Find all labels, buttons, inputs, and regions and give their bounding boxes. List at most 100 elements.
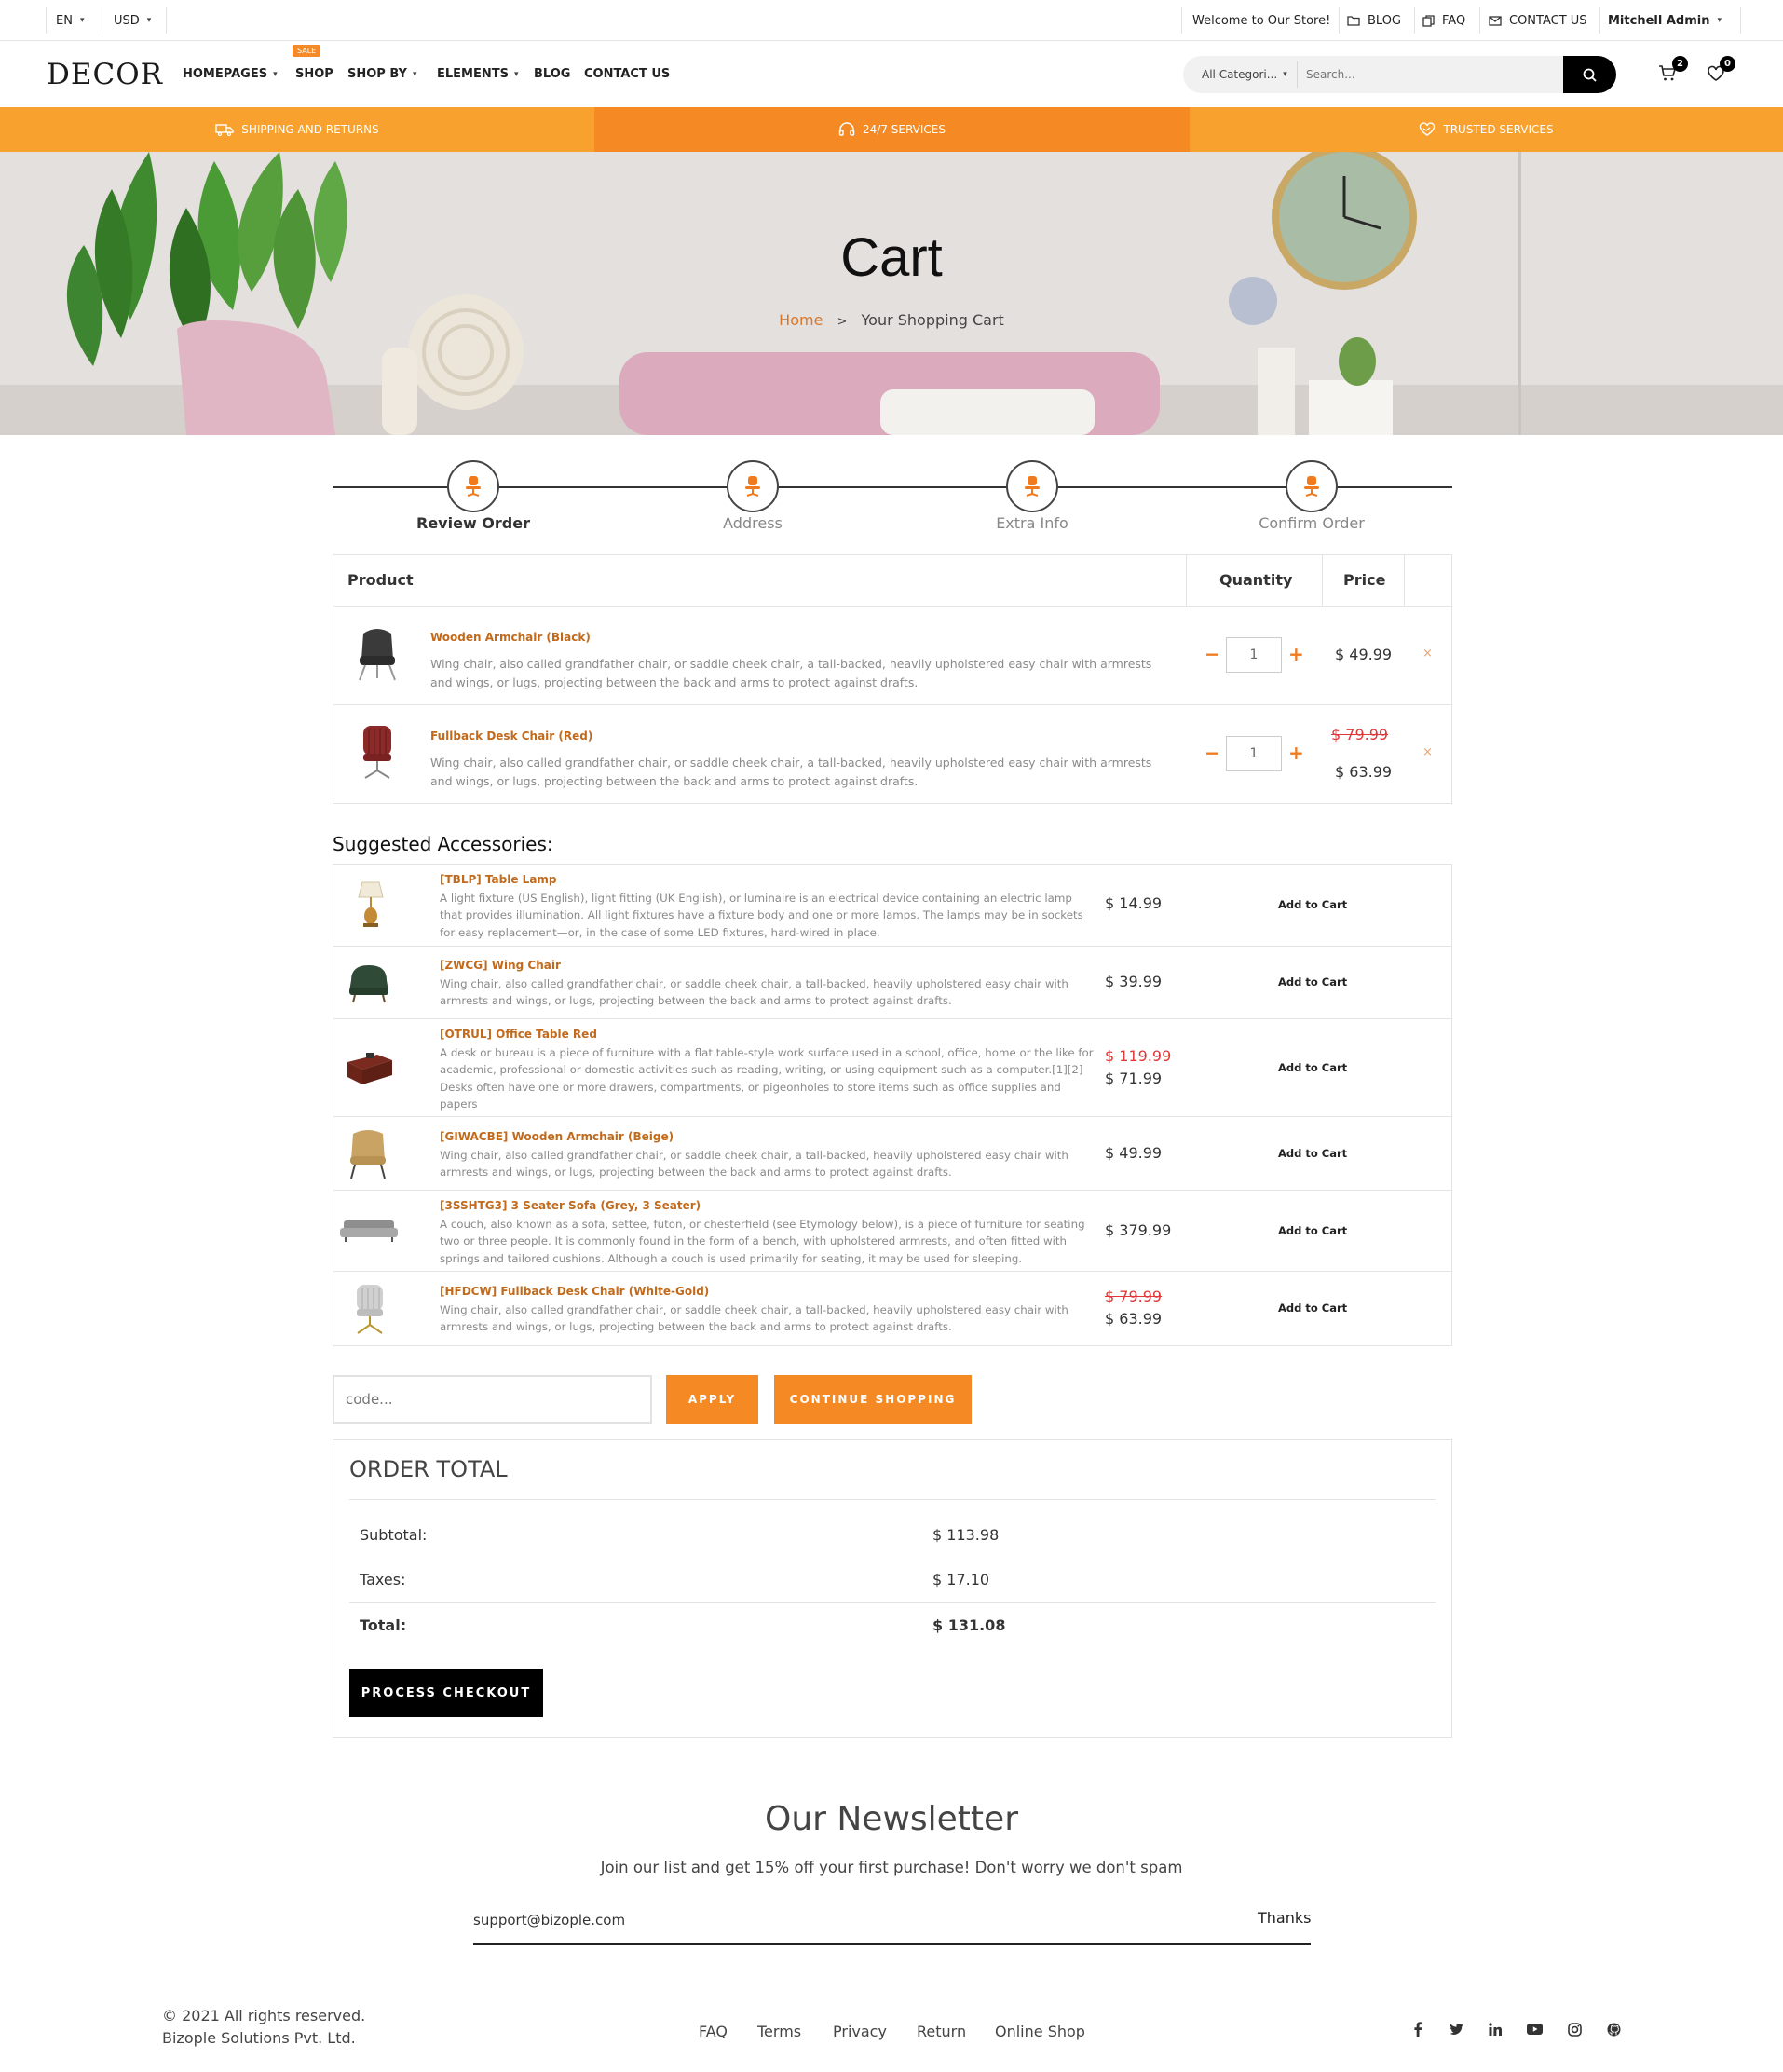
topbar-blog-link[interactable]: BLOG xyxy=(1347,0,1401,41)
remove-item-button[interactable]: × xyxy=(1422,745,1433,759)
newsletter-submit-button[interactable]: Thanks xyxy=(1258,1909,1311,1927)
suggested-product-name-link[interactable]: [OTRUL] Office Table Red xyxy=(440,1028,597,1041)
search-input[interactable] xyxy=(1306,61,1548,89)
linkedin-icon[interactable] xyxy=(1484,2018,1506,2040)
footer-link-online-shop[interactable]: Online Shop xyxy=(995,2023,1085,2040)
suggested-product-name-link[interactable]: [HFDCW] Fullback Desk Chair (White-Gold) xyxy=(440,1285,709,1298)
suggested-product-name-link[interactable]: [GIWACBE] Wooden Armchair (Beige) xyxy=(440,1130,674,1143)
newsletter-title: Our Newsletter xyxy=(764,1800,1018,1838)
page-hero: Cart Home > Your Shopping Cart xyxy=(0,152,1783,435)
footer-link-terms[interactable]: Terms xyxy=(757,2023,801,2040)
footer-link-faq[interactable]: FAQ xyxy=(699,2023,728,2040)
coupon-code-input[interactable] xyxy=(333,1375,652,1424)
suggested-original-price: $ 79.99 xyxy=(1105,1288,1163,1305)
menu-homepages[interactable]: HOMEPAGES ▾ xyxy=(183,67,278,81)
newsletter-subtitle: Join our list and get 15% off your first… xyxy=(600,1859,1183,1876)
chevron-down-icon: ▾ xyxy=(1717,16,1722,25)
footer-link-privacy[interactable]: Privacy xyxy=(833,2023,887,2040)
suggested-price: $ 379.99 xyxy=(1105,1221,1172,1239)
quantity-increase-button[interactable]: + xyxy=(1288,743,1304,762)
suggested-product-name-link[interactable]: [ZWCG] Wing Chair xyxy=(440,959,561,972)
support-label: 24/7 SERVICES xyxy=(863,123,946,136)
user-name: Mitchell Admin xyxy=(1608,13,1710,28)
quantity-input[interactable] xyxy=(1226,637,1282,673)
total-value: $ 131.08 xyxy=(932,1616,1006,1634)
subtotal-value: $ 113.98 xyxy=(932,1526,1000,1544)
step-address xyxy=(727,460,779,512)
quantity-decrease-button[interactable]: − xyxy=(1205,743,1220,762)
product-image xyxy=(350,1130,386,1179)
remove-item-button[interactable]: × xyxy=(1422,647,1433,661)
suggested-product-description: A desk or bureau is a piece of furniture… xyxy=(440,1046,1094,1111)
menu-elements[interactable]: ELEMENTS ▾ xyxy=(437,67,519,81)
taxes-value: $ 17.10 xyxy=(932,1571,990,1588)
blog-label: BLOG xyxy=(1368,13,1402,28)
column-header-product: Product xyxy=(347,571,414,589)
newsletter-email-input[interactable] xyxy=(473,1906,1014,1934)
add-to-cart-button[interactable]: Add to Cart xyxy=(1278,1302,1347,1315)
menu-shop-by[interactable]: SHOP BY ▾ xyxy=(347,67,417,81)
product-name-link[interactable]: Fullback Desk Chair (Red) xyxy=(430,729,592,743)
language-label: EN xyxy=(56,13,73,28)
suggested-product-description: Wing chair, also called grandfather chai… xyxy=(440,1149,1068,1179)
product-image xyxy=(347,1053,392,1084)
folder-icon xyxy=(1347,16,1360,26)
product-image xyxy=(363,726,391,779)
add-to-cart-button[interactable]: Add to Cart xyxy=(1278,1061,1347,1074)
github-icon[interactable] xyxy=(1602,2018,1625,2040)
process-checkout-button[interactable]: PROCESS CHECKOUT xyxy=(349,1669,543,1717)
breadcrumb-home-link[interactable]: Home xyxy=(779,311,823,329)
add-to-cart-button[interactable]: Add to Cart xyxy=(1278,975,1347,988)
search-category-select[interactable]: All Categori... ▾ xyxy=(1202,56,1287,93)
step-label-review: Review Order xyxy=(416,514,530,532)
chevron-down-icon: ▾ xyxy=(412,69,417,79)
menu-contact-us[interactable]: CONTACT US xyxy=(584,67,670,81)
step-label-confirm: Confirm Order xyxy=(1259,514,1365,532)
menu-blog[interactable]: BLOG xyxy=(534,67,570,81)
chair-icon xyxy=(466,476,481,497)
service-trusted: TRUSTED SERVICES xyxy=(1190,107,1783,152)
language-selector[interactable]: EN ▾ xyxy=(56,0,84,41)
company-name: Bizople Solutions Pvt. Ltd. xyxy=(162,2029,356,2047)
product-description: Wing chair, also called grandfather chai… xyxy=(430,657,1152,689)
topbar-contact-link[interactable]: CONTACT US xyxy=(1489,0,1587,41)
suggested-price: $ 39.99 xyxy=(1105,973,1163,990)
shipping-label: SHIPPING AND RETURNS xyxy=(241,123,379,136)
quantity-input[interactable] xyxy=(1226,736,1282,771)
sale-badge: SALE xyxy=(293,45,321,57)
wishlist-count-badge: 0 xyxy=(1720,56,1735,72)
service-support: 24/7 SERVICES xyxy=(594,107,1190,152)
add-to-cart-button[interactable]: Add to Cart xyxy=(1278,1224,1347,1237)
user-menu[interactable]: Mitchell Admin ▾ xyxy=(1608,0,1722,41)
quantity-decrease-button[interactable]: − xyxy=(1205,645,1220,663)
cart-count-badge: 2 xyxy=(1672,56,1688,72)
continue-shopping-button[interactable]: CONTINUE SHOPPING xyxy=(774,1375,972,1424)
product-name-link[interactable]: Wooden Armchair (Black) xyxy=(430,631,591,644)
topbar-faq-link[interactable]: FAQ xyxy=(1422,0,1465,41)
item-original-price: $ 79.99 xyxy=(1331,726,1389,743)
add-to-cart-button[interactable]: Add to Cart xyxy=(1278,1147,1347,1160)
copy-icon xyxy=(1422,14,1435,27)
twitter-icon[interactable] xyxy=(1445,2018,1467,2040)
add-to-cart-button[interactable]: Add to Cart xyxy=(1278,898,1347,911)
facebook-icon[interactable] xyxy=(1407,2018,1429,2040)
apply-coupon-button[interactable]: APPLY xyxy=(666,1375,758,1424)
youtube-icon[interactable] xyxy=(1523,2018,1545,2040)
suggested-product-name-link[interactable]: [3SSHTG3] 3 Seater Sofa (Grey, 3 Seater) xyxy=(440,1199,701,1212)
chevron-down-icon: ▾ xyxy=(273,69,278,79)
suggested-price: $ 71.99 xyxy=(1105,1070,1163,1087)
column-header-quantity: Quantity xyxy=(1219,571,1293,589)
instagram-icon[interactable] xyxy=(1563,2018,1586,2040)
site-logo[interactable]: DECOR xyxy=(47,58,163,91)
quantity-increase-button[interactable]: + xyxy=(1288,645,1304,663)
step-label-extra: Extra Info xyxy=(996,514,1068,532)
page-title: Cart xyxy=(840,227,943,288)
search-button[interactable] xyxy=(1563,56,1616,93)
step-extra-info xyxy=(1006,460,1058,512)
copyright-text: © 2021 All rights reserved. xyxy=(162,2007,366,2024)
suggested-product-name-link[interactable]: [TBLP] Table Lamp xyxy=(440,873,557,886)
footer-link-return[interactable]: Return xyxy=(917,2023,966,2040)
currency-selector[interactable]: USD ▾ xyxy=(114,0,151,41)
suggested-price: $ 14.99 xyxy=(1105,894,1163,912)
menu-shop[interactable]: SHOP xyxy=(295,67,333,81)
